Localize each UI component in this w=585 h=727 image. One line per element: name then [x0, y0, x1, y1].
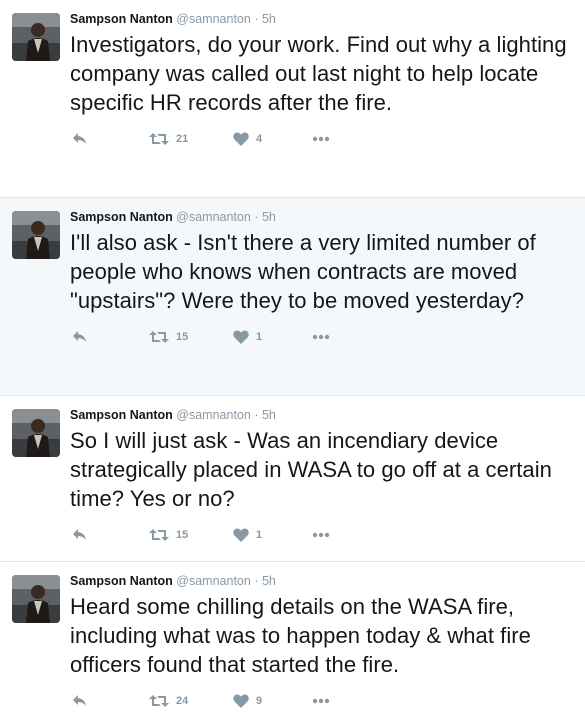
tweet-header: Sampson Nanton @samnanton · 5h [70, 208, 573, 226]
like-button[interactable]: 1 [233, 327, 262, 347]
tweet-text: I'll also ask - Isn't there a very limit… [70, 230, 536, 313]
tweet[interactable]: Sampson Nanton @samnanton · 5h So I will… [0, 396, 585, 562]
like-count: 4 [256, 133, 263, 145]
retweet-button[interactable]: 15 [149, 525, 188, 545]
separator-dot: · [254, 12, 259, 26]
author-handle[interactable]: @samnanton [176, 408, 251, 422]
author-name[interactable]: Sampson Nanton [70, 210, 173, 224]
heart-icon [233, 694, 249, 708]
like-button[interactable]: 1 [233, 525, 262, 545]
like-count: 1 [256, 331, 263, 343]
separator-dot: · [254, 210, 259, 224]
reply-button[interactable] [72, 327, 88, 347]
reply-button[interactable] [72, 129, 88, 149]
timestamp[interactable]: 5h [262, 12, 276, 26]
retweet-button[interactable]: 15 [149, 327, 188, 347]
separator-dot: · [254, 574, 259, 588]
heart-icon [233, 528, 249, 542]
timestamp[interactable]: 5h [262, 210, 276, 224]
tweet[interactable]: Sampson Nanton @samnanton · 5h I'll also… [0, 198, 585, 396]
timestamp[interactable]: 5h [262, 408, 276, 422]
reply-icon [73, 331, 86, 342]
retweet-icon [149, 529, 169, 541]
avatar[interactable] [12, 409, 60, 457]
reply-icon [73, 133, 86, 144]
tweet-actions: 24 9 [70, 685, 573, 725]
heart-icon [233, 132, 249, 146]
retweet-icon [149, 133, 169, 145]
reply-button[interactable] [72, 525, 88, 545]
retweet-count: 24 [176, 695, 189, 707]
author-handle[interactable]: @samnanton [176, 12, 251, 26]
more-icon [312, 532, 330, 538]
like-count: 1 [256, 529, 263, 541]
tweet[interactable]: Sampson Nanton @samnanton · 5h Heard som… [0, 562, 585, 727]
more-icon [312, 334, 330, 340]
author-handle[interactable]: @samnanton [176, 574, 251, 588]
reply-button[interactable] [72, 691, 88, 711]
timestamp[interactable]: 5h [262, 574, 276, 588]
like-button[interactable]: 4 [233, 129, 262, 149]
tweet-header: Sampson Nanton @samnanton · 5h [70, 406, 573, 424]
heart-icon [233, 330, 249, 344]
author-name[interactable]: Sampson Nanton [70, 574, 173, 588]
retweet-icon [149, 695, 169, 707]
separator-dot: · [254, 408, 259, 422]
tweet-actions: 21 4 [70, 123, 573, 163]
tweet-actions: 15 1 [70, 321, 573, 361]
like-button[interactable]: 9 [233, 691, 262, 711]
more-button[interactable] [312, 129, 330, 149]
author-name[interactable]: Sampson Nanton [70, 408, 173, 422]
retweet-count: 21 [176, 133, 189, 145]
tweet-text: So I will just ask - Was an incendiary d… [70, 428, 552, 511]
tweet-header: Sampson Nanton @samnanton · 5h [70, 572, 573, 590]
more-button[interactable] [312, 525, 330, 545]
avatar[interactable] [12, 13, 60, 61]
more-icon [312, 136, 330, 142]
tweet-header: Sampson Nanton @samnanton · 5h [70, 10, 573, 28]
retweet-icon [149, 331, 169, 343]
tweet[interactable]: Sampson Nanton @samnanton · 5h Investiga… [0, 0, 585, 198]
retweet-button[interactable]: 21 [149, 129, 188, 149]
like-count: 9 [256, 695, 263, 707]
author-handle[interactable]: @samnanton [176, 210, 251, 224]
retweet-count: 15 [176, 529, 189, 541]
retweet-count: 15 [176, 331, 189, 343]
tweet-text: Heard some chilling details on the WASA … [70, 594, 531, 677]
tweet-text: Investigators, do your work. Find out wh… [70, 32, 567, 115]
more-button[interactable] [312, 327, 330, 347]
retweet-button[interactable]: 24 [149, 691, 188, 711]
tweet-timeline: Sampson Nanton @samnanton · 5h Investiga… [0, 0, 585, 727]
reply-icon [73, 529, 86, 540]
author-name[interactable]: Sampson Nanton [70, 12, 173, 26]
tweet-actions: 15 1 [70, 519, 573, 559]
reply-icon [73, 695, 86, 706]
more-button[interactable] [312, 691, 330, 711]
more-icon [312, 698, 330, 704]
avatar[interactable] [12, 211, 60, 259]
avatar[interactable] [12, 575, 60, 623]
